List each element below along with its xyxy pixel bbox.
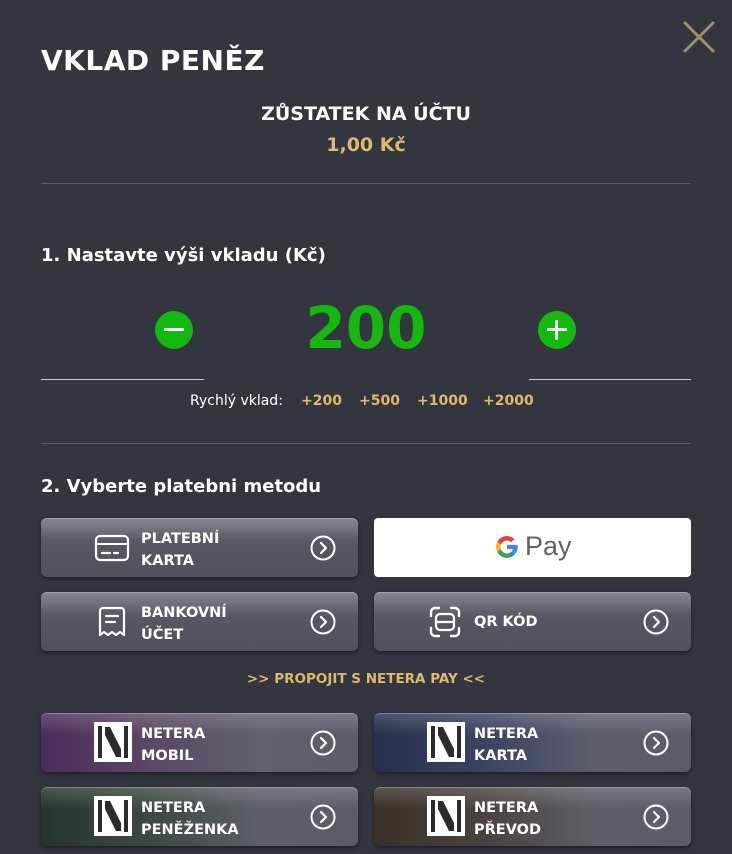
netera-mobil-button[interactable]: NETERA MOBIL	[41, 713, 358, 772]
netera-logo-icon	[427, 722, 465, 762]
quick-deposit-2000[interactable]: +2000	[483, 393, 534, 409]
increase-amount-button[interactable]	[538, 311, 576, 349]
qr-scan-icon	[429, 606, 461, 638]
page-title: VKLAD PENĚZ	[41, 44, 265, 77]
google-pay-button[interactable]: Pay	[374, 518, 691, 577]
google-pay-text: Pay	[525, 531, 572, 561]
chevron-right-circle-icon	[310, 609, 336, 635]
bank-account-label-2: ÚČET	[141, 627, 184, 643]
quick-deposit-500[interactable]: +500	[359, 393, 400, 409]
credit-card-icon	[94, 534, 130, 562]
quick-deposit-row: Rychlý vklad: +200 +500 +1000 +2000	[0, 392, 732, 412]
amount-underline-left	[41, 379, 204, 380]
payment-card-label-2: KARTA	[141, 553, 194, 569]
qr-code-label: QR KÓD	[474, 614, 538, 630]
netera-prevod-label-2: PŘEVOD	[474, 822, 542, 838]
netera-mobil-label-2: MOBIL	[141, 748, 194, 764]
step1-title: 1. Nastavte výši vkladu (Kč)	[41, 245, 326, 266]
netera-karta-button[interactable]: NETERA KARTA	[374, 713, 691, 772]
divider	[41, 183, 691, 184]
chevron-right-circle-icon	[643, 804, 669, 830]
chevron-right-circle-icon	[310, 804, 336, 830]
qr-code-button[interactable]: QR KÓD	[374, 592, 691, 651]
amount-underline-right	[529, 379, 691, 380]
quick-deposit-1000[interactable]: +1000	[417, 393, 468, 409]
chevron-right-circle-icon	[643, 609, 669, 635]
netera-karta-label-2: KARTA	[474, 748, 527, 764]
netera-mobil-label-1: NETERA	[141, 726, 206, 742]
netera-penezenka-button[interactable]: NETERA PENĚŽENKA	[41, 787, 358, 846]
netera-penezenka-label-2: PENĚŽENKA	[141, 822, 239, 838]
netera-karta-label-1: NETERA	[474, 726, 539, 742]
netera-prevod-label-1: NETERA	[474, 800, 539, 816]
google-g-icon	[496, 536, 518, 558]
divider	[41, 443, 691, 444]
quick-deposit-200[interactable]: +200	[301, 393, 342, 409]
netera-penezenka-label-1: NETERA	[141, 800, 206, 816]
receipt-icon	[98, 606, 126, 637]
netera-prevod-button[interactable]: NETERA PŘEVOD	[374, 787, 691, 846]
bank-account-label-1: BANKOVNÍ	[141, 605, 227, 621]
netera-logo-icon	[94, 796, 132, 836]
balance-label: ZŮSTATEK NA ÚČTU	[261, 103, 471, 125]
payment-card-button[interactable]: PLATEBNÍ KARTA	[41, 518, 358, 577]
netera-logo-icon	[94, 722, 132, 762]
bank-account-button[interactable]: BANKOVNÍ ÚČET	[41, 592, 358, 651]
chevron-right-circle-icon	[310, 535, 336, 561]
step2-title: 2. Vyberte platebni metodu	[41, 476, 322, 497]
deposit-amount-value[interactable]: 200	[226, 294, 506, 362]
chevron-right-circle-icon	[310, 730, 336, 756]
close-icon[interactable]	[682, 20, 716, 54]
payment-card-label-1: PLATEBNÍ	[141, 531, 220, 547]
balance-value: 1,00 Kč	[326, 134, 406, 156]
connect-netera-pay-link[interactable]: >> PROPOJIT S NETERA PAY <<	[0, 671, 732, 687]
chevron-right-circle-icon	[643, 730, 669, 756]
decrease-amount-button[interactable]	[155, 311, 193, 349]
netera-logo-icon	[427, 796, 465, 836]
quick-deposit-label: Rychlý vklad:	[190, 393, 283, 409]
